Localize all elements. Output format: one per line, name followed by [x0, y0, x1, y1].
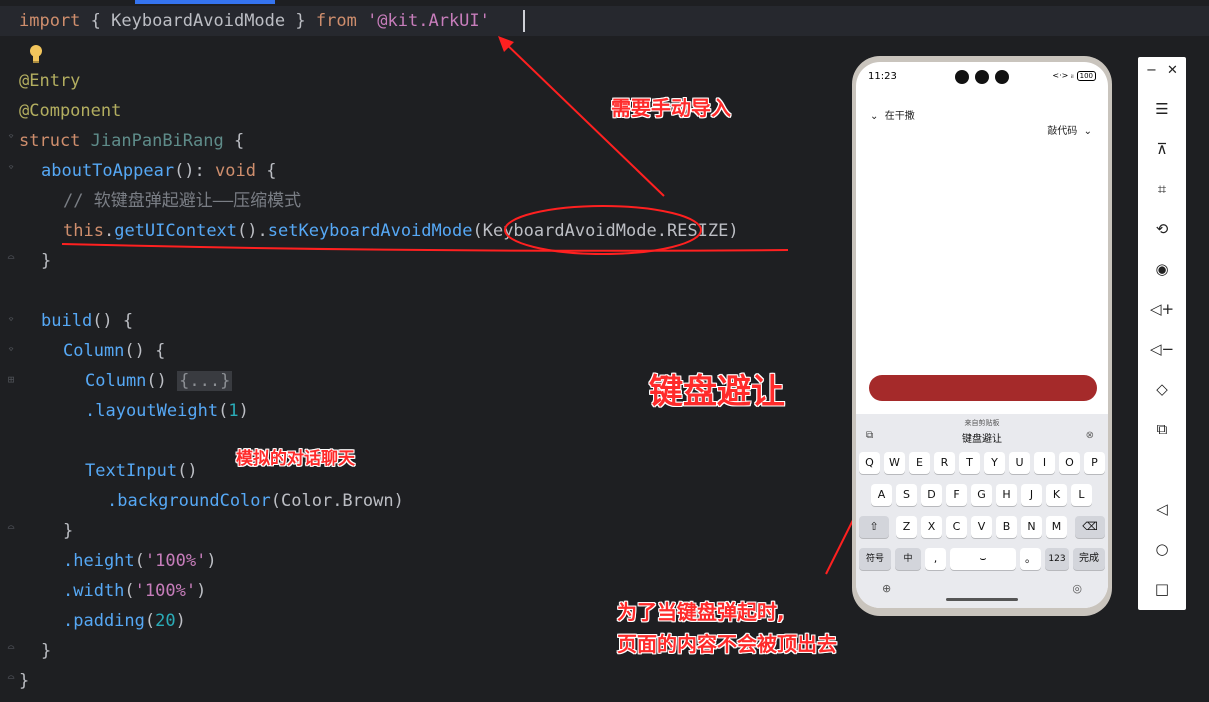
chat-message-text: 在干撒 — [884, 111, 915, 122]
key[interactable]: A — [871, 484, 892, 506]
keyboard-row-2: A S D F G H J K L — [856, 484, 1108, 506]
location-icon[interactable]: ◉ — [1150, 257, 1174, 281]
globe-icon[interactable]: ⊕ — [882, 582, 891, 595]
emulator-toolbar: − ✕ ☰ ⊼ ⌗ ⟲ ◉ ◁+ ◁− ◇ ⧉ ◁ ○ □ — [1138, 57, 1186, 610]
clipboard-suggestion[interactable]: 键盘避让 — [856, 430, 1108, 445]
recents-icon[interactable]: □ — [1150, 577, 1174, 601]
camera-icon — [995, 70, 1009, 84]
annotation-explain-line1: 为了当键盘弹起时, — [617, 600, 785, 624]
multi-device-icon[interactable]: ⧉ — [1150, 417, 1174, 441]
home-icon[interactable]: ○ — [1150, 537, 1174, 561]
status-time: 11:23 — [868, 71, 897, 82]
key[interactable]: W — [884, 452, 905, 474]
volume-down-icon[interactable]: ◁− — [1150, 337, 1174, 361]
status-indicators: <·> ᵢₗ 100 — [1052, 71, 1096, 81]
minimize-button[interactable]: − — [1146, 63, 1157, 78]
key[interactable]: Z — [896, 516, 917, 538]
key[interactable]: J — [1021, 484, 1042, 506]
comma-key[interactable]: , — [925, 548, 946, 570]
language-selector-label: 敲代码 — [1047, 126, 1078, 137]
voice-icon[interactable]: ◎ — [1072, 582, 1082, 595]
clipboard-label: 来自剪贴板 — [964, 419, 1000, 427]
annotation-explain-line2: 页面的内容不会被顶出去 — [617, 632, 837, 656]
no-touch-icon[interactable]: ⊼ — [1150, 137, 1174, 161]
screen-rotate-icon[interactable]: ◇ — [1150, 377, 1174, 401]
phone-screen[interactable]: 11:23 <·> ᵢₗ 100 ⌄ 在干撒 敲代码 ⌄ 来自剪贴板 ⧉ 键盘避让… — [856, 62, 1108, 608]
numbers-key[interactable]: 123 — [1045, 548, 1069, 570]
close-icon[interactable]: ⊗ — [1086, 430, 1094, 441]
annotation-simulated-chat: 模拟的对话聊天 — [236, 449, 355, 469]
close-button[interactable]: ✕ — [1167, 63, 1178, 78]
battery-icon: 100 — [1076, 71, 1096, 81]
volume-up-icon[interactable]: ◁+ — [1150, 297, 1174, 321]
back-icon[interactable]: ◁ — [1150, 497, 1174, 521]
key[interactable]: E — [909, 452, 930, 474]
camera-icon — [975, 70, 989, 84]
key[interactable]: R — [934, 452, 955, 474]
key[interactable]: O — [1059, 452, 1080, 474]
period-key[interactable]: 。 — [1020, 548, 1041, 570]
camera-icon — [955, 70, 969, 84]
chat-message: ⌄ 在干撒 — [870, 111, 915, 122]
key[interactable]: P — [1084, 452, 1105, 474]
signal-icon: <·> ᵢₗ — [1052, 71, 1074, 80]
keyboard-row-1: Q W E R T Y U I O P — [856, 452, 1108, 474]
key[interactable]: V — [971, 516, 992, 538]
key[interactable]: L — [1071, 484, 1092, 506]
key[interactable]: F — [946, 484, 967, 506]
soft-keyboard[interactable]: 来自剪贴板 ⧉ 键盘避让 ⊗ Q W E R T Y U I O P A S D… — [856, 414, 1108, 608]
language-selector[interactable]: 敲代码 ⌄ — [1047, 122, 1092, 137]
crop-icon[interactable]: ⌗ — [1150, 177, 1174, 201]
key[interactable]: C — [946, 516, 967, 538]
key[interactable]: K — [1046, 484, 1067, 506]
keyboard-row-3: ⇧ Z X C V B N M ⌫ — [856, 516, 1108, 538]
key[interactable]: B — [996, 516, 1017, 538]
backspace-key-icon[interactable]: ⌫ — [1075, 516, 1105, 538]
key[interactable]: Q — [859, 452, 880, 474]
done-key[interactable]: 完成 — [1073, 548, 1105, 570]
phone-emulator: 11:23 <·> ᵢₗ 100 ⌄ 在干撒 敲代码 ⌄ 来自剪贴板 ⧉ 键盘避让… — [852, 56, 1112, 616]
key[interactable]: H — [996, 484, 1017, 506]
annotation-manual-import: 需要手动导入 — [611, 96, 731, 120]
key[interactable]: X — [921, 516, 942, 538]
symbols-key[interactable]: 符号 — [859, 548, 891, 570]
keyboard-row-4: 符号 中 , ⌣ 。 123 完成 — [856, 548, 1108, 570]
rotate-icon[interactable]: ⟲ — [1150, 217, 1174, 241]
key[interactable]: G — [971, 484, 992, 506]
text-input[interactable] — [869, 375, 1097, 401]
key[interactable]: M — [1046, 516, 1067, 538]
key[interactable]: I — [1034, 452, 1055, 474]
home-indicator[interactable] — [946, 598, 1018, 601]
space-key-microphone-icon[interactable]: ⌣ — [950, 548, 1016, 570]
key[interactable]: N — [1021, 516, 1042, 538]
shift-key-icon[interactable]: ⇧ — [859, 516, 889, 538]
highlight-ellipse — [504, 205, 702, 255]
key[interactable]: T — [959, 452, 980, 474]
key[interactable]: S — [896, 484, 917, 506]
menu-icon[interactable]: ☰ — [1150, 97, 1174, 121]
key[interactable]: Y — [984, 452, 1005, 474]
annotation-keyboard-avoid: 键盘避让 — [649, 372, 785, 412]
key[interactable]: D — [921, 484, 942, 506]
key[interactable]: U — [1009, 452, 1030, 474]
chinese-key[interactable]: 中 — [895, 548, 921, 570]
